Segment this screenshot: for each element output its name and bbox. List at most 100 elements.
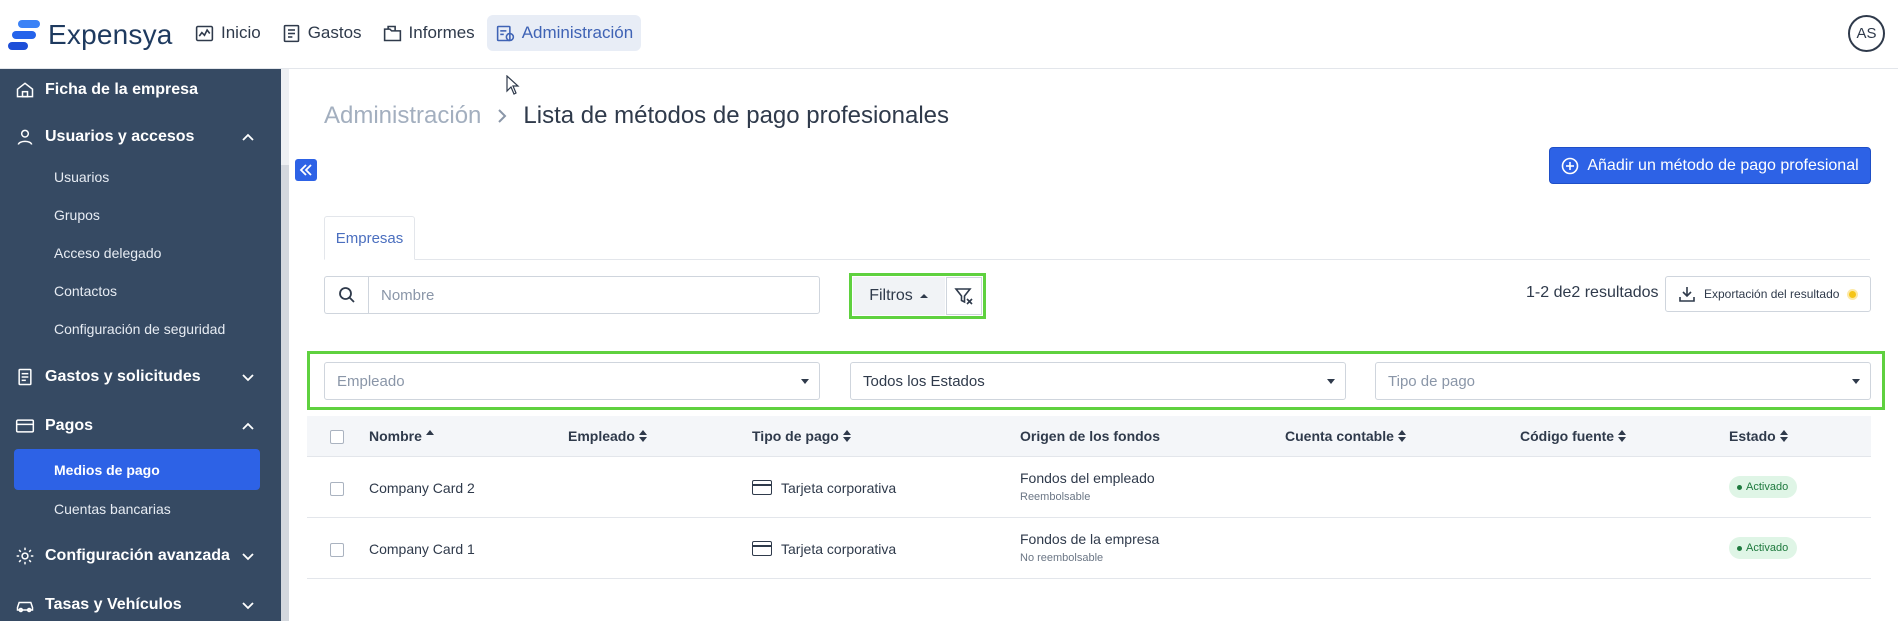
column-label: Código fuente <box>1520 428 1615 444</box>
caret-down-icon <box>1852 379 1860 384</box>
column-label: Cuenta contable <box>1285 428 1394 444</box>
row-checkbox[interactable] <box>330 543 344 557</box>
nav-administracion[interactable]: Administración <box>486 15 642 51</box>
sidebar-item-seguridad[interactable]: Configuración de seguridad <box>0 313 260 345</box>
add-payment-method-button[interactable]: Añadir un método de pago profesional <box>1549 147 1871 184</box>
sidebar-section-gastos[interactable]: Gastos y solicitudes <box>0 357 281 397</box>
column-tipo-de-pago[interactable]: Tipo de pago <box>752 428 851 444</box>
sidebar-section-pagos[interactable]: Pagos <box>0 406 281 446</box>
caret-down-icon <box>1327 379 1335 384</box>
column-cuenta-contable[interactable]: Cuenta contable <box>1285 428 1406 444</box>
page-title: Lista de métodos de pago profesionales <box>523 102 950 129</box>
column-label: Tipo de pago <box>752 428 839 444</box>
sidebar-section-label: Pagos <box>45 417 94 434</box>
payment-type-select-placeholder: Tipo de pago <box>1388 372 1476 390</box>
chevron-down-icon[interactable] <box>240 369 256 385</box>
export-label: Exportación del resultado <box>1704 287 1840 301</box>
sidebar-section-usuarios[interactable]: Usuarios y accesos <box>0 117 281 157</box>
sidebar-item-usuarios[interactable]: Usuarios <box>0 161 260 193</box>
filter-clear-icon <box>954 288 973 305</box>
logo-mark-icon <box>8 20 40 50</box>
chevron-up-icon[interactable] <box>240 129 256 145</box>
status-dot-icon <box>1847 288 1859 300</box>
chevron-up-icon[interactable] <box>240 418 256 434</box>
gear-icon <box>14 545 36 567</box>
column-empleado[interactable]: Empleado <box>568 428 647 444</box>
cell-origen: Fondos de la empresa <box>1020 531 1160 547</box>
sidebar-section-tasas[interactable]: Tasas y Vehículos <box>0 585 281 621</box>
sort-icon <box>638 430 647 442</box>
car-icon <box>14 594 36 616</box>
nav-gastos[interactable]: Gastos <box>273 15 370 51</box>
status-select[interactable]: Todos los Estados <box>850 362 1346 400</box>
sort-icon <box>842 430 851 442</box>
status-badge: Activado <box>1729 476 1798 498</box>
top-nav: Inicio Gastos Informes Administración <box>186 15 642 51</box>
top-bar: Expensya Inicio Gastos Informes Administ… <box>0 0 1898 69</box>
cell-origen: Fondos del empleado <box>1020 470 1155 486</box>
sidebar-item-acceso-delegado[interactable]: Acceso delegado <box>0 237 260 269</box>
user-avatar[interactable]: AS <box>1848 15 1885 52</box>
export-button[interactable]: Exportación del resultado <box>1665 276 1871 312</box>
sidebar-item-cuentas-bancarias[interactable]: Cuentas bancarias <box>0 493 260 525</box>
sort-asc-icon <box>425 430 434 442</box>
sort-icon <box>1397 430 1406 442</box>
column-label: Origen de los fondos <box>1020 428 1161 444</box>
column-label: Empleado <box>568 428 635 444</box>
sidebar-item-contactos[interactable]: Contactos <box>0 275 260 307</box>
app-logo[interactable]: Expensya <box>8 18 173 52</box>
column-origen-fondos: Origen de los fondos <box>1020 428 1160 444</box>
caret-down-icon <box>801 379 809 384</box>
app-name: Expensya <box>48 19 173 50</box>
status-select-value: Todos los Estados <box>863 372 985 390</box>
filters-label: Filtros <box>869 287 913 304</box>
sidebar-section-configuracion[interactable]: Configuración avanzada <box>0 536 281 576</box>
status-badge: Activado <box>1729 537 1798 559</box>
row-checkbox[interactable] <box>330 482 344 496</box>
user-icon <box>14 126 36 148</box>
search-icon-box <box>324 276 368 314</box>
column-codigo-fuente[interactable]: Código fuente <box>1520 428 1627 444</box>
nav-informes-label: Informes <box>408 23 475 42</box>
wallet-icon <box>14 415 36 437</box>
employee-select[interactable]: Empleado <box>324 362 820 400</box>
download-icon <box>1679 287 1695 302</box>
chevron-down-icon[interactable] <box>240 597 256 613</box>
chevron-right-icon <box>498 109 507 123</box>
sidebar-section-empresa[interactable]: Ficha de la empresa <box>0 70 281 110</box>
nav-informes[interactable]: Informes <box>374 15 483 51</box>
cell-tipo-de-pago: Tarjeta corporativa <box>781 480 897 496</box>
sidebar-scrollbar-thumb[interactable] <box>281 165 289 621</box>
search-input[interactable] <box>368 276 820 314</box>
cell-origen-sub: Reembolsable <box>1020 491 1091 503</box>
column-estado[interactable]: Estado <box>1729 428 1788 444</box>
nav-inicio-label: Inicio <box>221 23 261 42</box>
collapse-sidebar-button[interactable] <box>295 159 317 181</box>
sidebar-section-label: Tasas y Vehículos <box>45 596 182 613</box>
sidebar-item-grupos[interactable]: Grupos <box>0 199 260 231</box>
tabs-divider <box>324 259 1870 260</box>
home-icon <box>14 79 36 101</box>
sidebar-item-medios-de-pago[interactable]: Medios de pago <box>14 449 260 490</box>
cell-origen-sub: No reembolsable <box>1020 552 1104 564</box>
breadcrumb-parent[interactable]: Administración <box>324 102 481 130</box>
table-row[interactable] <box>307 457 1871 518</box>
select-all-checkbox[interactable] <box>330 430 344 444</box>
cell-tipo-de-pago: Tarjeta corporativa <box>781 541 897 557</box>
payment-type-select[interactable]: Tipo de pago <box>1375 362 1871 400</box>
chevron-down-icon[interactable] <box>240 548 256 564</box>
cell-nombre[interactable]: Company Card 2 <box>369 480 475 496</box>
table-row[interactable] <box>307 518 1871 579</box>
sidebar-section-label: Configuración avanzada <box>45 547 230 564</box>
cell-nombre[interactable]: Company Card 1 <box>369 541 475 557</box>
nav-inicio[interactable]: Inicio <box>186 15 269 51</box>
sidebar: Ficha de la empresa Usuarios y accesos U… <box>0 69 281 621</box>
folder-icon <box>383 25 401 41</box>
tab-empresas[interactable]: Empresas <box>324 216 415 260</box>
sidebar-section-label: Usuarios y accesos <box>45 128 195 145</box>
filters-button[interactable]: Filtros <box>853 277 945 315</box>
column-nombre[interactable]: Nombre <box>369 428 434 444</box>
receipt-icon <box>283 24 299 42</box>
clear-filters-button[interactable] <box>946 277 982 315</box>
breadcrumb: Administración Lista de métodos de pago … <box>324 102 949 130</box>
